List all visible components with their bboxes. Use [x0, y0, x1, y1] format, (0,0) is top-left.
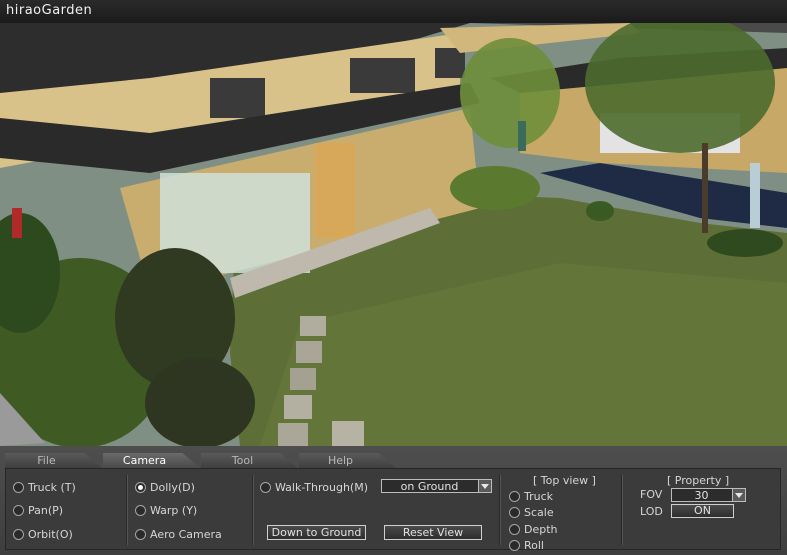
divider — [499, 475, 501, 545]
stepping-stone — [290, 368, 316, 390]
truck-option[interactable]: Truck (T) — [13, 481, 76, 494]
stepping-stone — [332, 421, 364, 446]
upper-window-2 — [350, 58, 415, 93]
tab-tool[interactable]: Tool — [201, 453, 298, 468]
chevron-down-icon[interactable] — [478, 480, 491, 492]
warp-radio[interactable] — [135, 505, 146, 516]
3d-viewport[interactable] — [0, 23, 787, 446]
divider — [252, 475, 254, 545]
top-view-heading: [ Top view ] — [533, 474, 596, 487]
aero-camera-option[interactable]: Aero Camera — [135, 528, 222, 541]
app-window: hiraoGarden File Camera Tool Help Truck … — [0, 0, 787, 555]
top-truck-option[interactable]: Truck — [509, 490, 553, 503]
control-panel: File Camera Tool Help Truck (T) Pan(P) O… — [0, 446, 787, 555]
upper-window-1 — [210, 78, 265, 118]
divider — [621, 475, 623, 545]
tab-camera[interactable]: Camera — [103, 453, 200, 468]
figure-red — [12, 208, 22, 238]
top-depth-option[interactable]: Depth — [509, 523, 558, 536]
chevron-down-icon[interactable] — [732, 489, 745, 501]
top-roll-option[interactable]: Roll — [509, 539, 544, 552]
tab-file[interactable]: File — [5, 453, 102, 468]
wooden-door — [315, 143, 355, 238]
stepping-stone — [284, 395, 312, 419]
stepping-stone — [278, 423, 308, 446]
top-scale-option[interactable]: Scale — [509, 506, 554, 519]
orbit-option[interactable]: Orbit(O) — [13, 528, 73, 541]
truck-radio[interactable] — [13, 482, 24, 493]
title-bar: hiraoGarden — [0, 0, 787, 24]
top-roll-radio[interactable] — [509, 540, 520, 551]
stepping-stone — [296, 341, 322, 363]
property-heading: [ Property ] — [667, 474, 730, 487]
warp-option[interactable]: Warp (Y) — [135, 504, 197, 517]
walk-through-option[interactable]: Walk-Through(M) — [260, 481, 368, 494]
top-truck-radio[interactable] — [509, 491, 520, 502]
dolly-radio[interactable] — [135, 482, 146, 493]
fov-label: FOV — [640, 488, 663, 501]
reset-view-button[interactable]: Reset View — [384, 525, 482, 540]
tab-help[interactable]: Help — [299, 453, 396, 468]
orbit-radio[interactable] — [13, 529, 24, 540]
figure-teal — [518, 121, 526, 151]
dolly-option[interactable]: Dolly(D) — [135, 481, 195, 494]
down-to-ground-button[interactable]: Down to Ground — [267, 525, 366, 540]
window-title: hiraoGarden — [6, 3, 93, 18]
top-depth-radio[interactable] — [509, 524, 520, 535]
pan-option[interactable]: Pan(P) — [13, 504, 63, 517]
fov-select[interactable]: 30 — [671, 488, 746, 502]
lod-toggle[interactable]: ON — [671, 504, 734, 518]
camera-pane: Truck (T) Pan(P) Orbit(O) Dolly(D) Warp … — [5, 468, 781, 552]
lod-label: LOD — [640, 505, 663, 518]
ground-mode-select[interactable]: on Ground — [381, 479, 492, 493]
aero-camera-radio[interactable] — [135, 529, 146, 540]
figure-statue — [750, 163, 760, 228]
top-scale-radio[interactable] — [509, 507, 520, 518]
pan-radio[interactable] — [13, 505, 24, 516]
garden-scene — [0, 23, 787, 446]
divider — [126, 475, 128, 545]
stepping-stone — [300, 316, 326, 336]
walk-through-radio[interactable] — [260, 482, 271, 493]
